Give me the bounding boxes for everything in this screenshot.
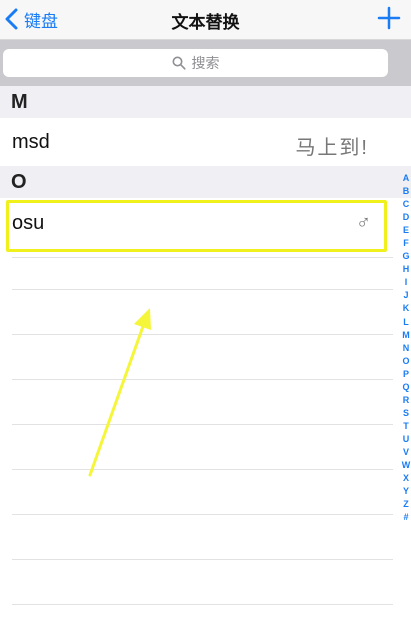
index-letter[interactable]: L [401,316,411,329]
index-letter[interactable]: I [401,276,411,289]
index-letter[interactable]: F [401,237,411,250]
index-letter[interactable]: O [401,355,411,368]
navigation-bar: 键盘 文本替换 [0,0,411,40]
index-letter[interactable]: # [401,511,411,524]
index-letter[interactable]: R [401,394,411,407]
search-icon [172,56,186,70]
index-letter[interactable]: T [401,420,411,433]
index-letter[interactable]: G [401,250,411,263]
row-divider [12,257,393,258]
row-divider [12,424,393,425]
index-letter[interactable]: J [401,289,411,302]
row-divider [12,514,393,515]
search-placeholder: 搜索 [191,55,220,71]
search-input[interactable]: 搜索 [3,49,388,77]
index-letter[interactable]: B [401,185,411,198]
highlight-box [6,200,387,252]
arrow-annotation [88,308,151,477]
index-letter[interactable]: Y [401,485,411,498]
section-header-o: O [0,166,411,198]
row-divider [12,604,393,605]
index-letter[interactable]: V [401,446,411,459]
index-letter[interactable]: E [401,224,411,237]
list-item-phrase: msd [12,131,50,153]
row-divider [12,559,393,560]
page-title: 文本替换 [171,13,240,32]
index-letter[interactable]: Q [401,381,411,394]
index-letter[interactable]: M [401,329,411,342]
index-letter[interactable]: A [401,172,411,185]
row-divider [12,379,393,380]
index-letter[interactable]: D [401,211,411,224]
row-divider [12,289,393,290]
section-header-m: M [0,86,411,118]
index-letter[interactable]: P [401,368,411,381]
index-letter[interactable]: X [401,472,411,485]
index-letter[interactable]: U [401,433,411,446]
add-icon[interactable] [375,4,403,32]
list-item-shortcut: 马上到! [295,137,369,159]
search-bar: 搜索 [0,40,411,86]
index-letter[interactable]: S [401,407,411,420]
row-divider [12,334,393,335]
list-item[interactable]: msd 马上到! [0,121,393,165]
row-divider [12,469,393,470]
index-letter[interactable]: C [401,198,411,211]
section-index[interactable]: A B C D E F G H I J K L M N O P Q R S T U V W X Y Z # [401,172,411,524]
index-letter[interactable]: W [401,459,411,472]
index-letter[interactable]: Z [401,498,411,511]
index-letter[interactable]: N [401,342,411,355]
index-letter[interactable]: K [401,302,411,315]
index-letter[interactable]: H [401,263,411,276]
